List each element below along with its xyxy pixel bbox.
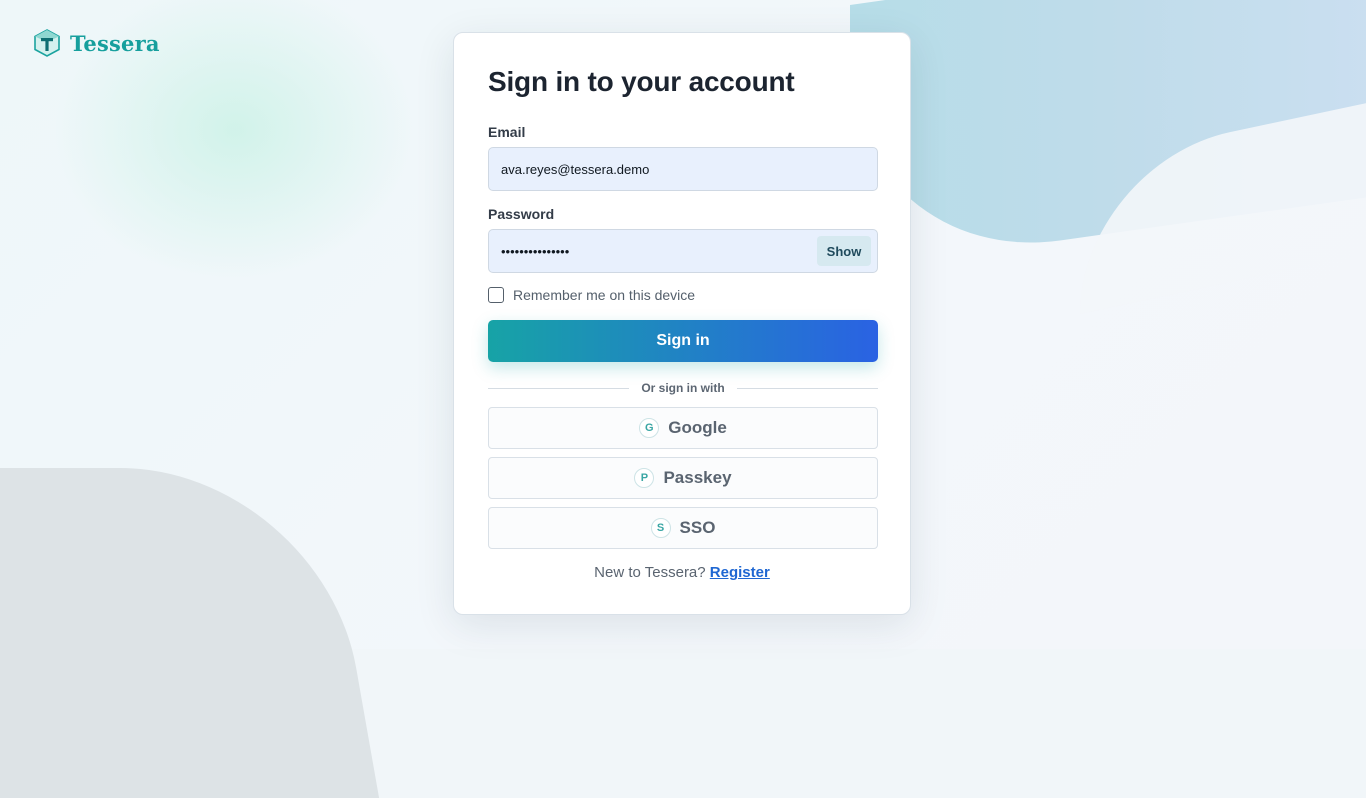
brand-name: Tessera bbox=[70, 30, 160, 56]
remember-me-row[interactable]: Remember me on this device bbox=[488, 287, 695, 303]
google-sign-in-button[interactable]: G Google bbox=[488, 407, 878, 449]
register-prompt-text: New to Tessera? bbox=[594, 564, 706, 581]
signin-card: Sign in to your account Email Password S… bbox=[453, 32, 911, 615]
cube-logo-icon bbox=[34, 29, 60, 57]
divider-line-right bbox=[736, 387, 878, 389]
provider-label: Passkey bbox=[663, 468, 732, 487]
provider-label: Google bbox=[668, 418, 727, 437]
divider-text: Or sign in with bbox=[641, 381, 725, 395]
page-title: Sign in to your account bbox=[488, 66, 795, 97]
divider: Or sign in with bbox=[488, 380, 878, 396]
register-link[interactable]: Register bbox=[710, 564, 770, 581]
sign-in-button[interactable]: Sign in bbox=[488, 320, 878, 362]
passkey-icon: P bbox=[634, 468, 655, 488]
register-prompt: New to Tessera? Register bbox=[454, 564, 910, 581]
passkey-sign-in-button[interactable]: P Passkey bbox=[488, 457, 878, 499]
remember-me-checkbox[interactable] bbox=[488, 287, 504, 303]
google-icon: G bbox=[639, 418, 660, 438]
show-password-button[interactable]: Show bbox=[817, 236, 871, 266]
email-label: Email bbox=[488, 124, 526, 140]
brand-logo: Tessera bbox=[34, 29, 160, 57]
remember-me-label[interactable]: Remember me on this device bbox=[513, 287, 695, 303]
email-field[interactable] bbox=[488, 147, 878, 191]
provider-label: SSO bbox=[679, 518, 716, 537]
sso-icon: S bbox=[650, 518, 671, 538]
divider-line-left bbox=[488, 387, 630, 389]
sso-sign-in-button[interactable]: S SSO bbox=[488, 507, 878, 549]
password-label: Password bbox=[488, 206, 555, 222]
